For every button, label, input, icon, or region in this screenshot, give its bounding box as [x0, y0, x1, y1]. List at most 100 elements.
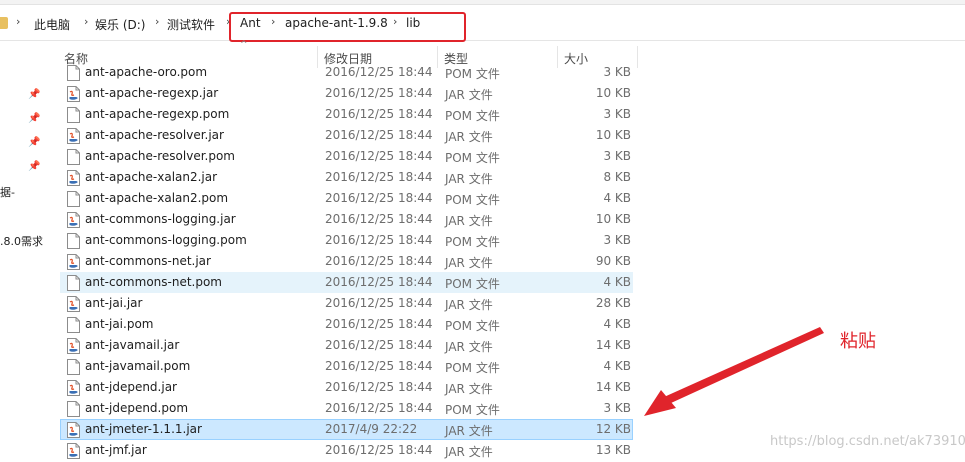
blank-document-icon	[67, 275, 80, 291]
file-date: 2016/12/25 18:44	[325, 317, 433, 331]
file-name: ant-apache-oro.pom	[85, 65, 208, 79]
file-name: ant-jai.pom	[85, 317, 154, 331]
file-size: 3 KB	[603, 149, 631, 163]
file-type: POM 文件	[445, 193, 500, 207]
blank-document-icon	[67, 65, 80, 81]
file-row[interactable]: ant-javamail.jar 2016/12/25 18:44 JAR 文件 14…	[60, 335, 633, 356]
file-type: JAR 文件	[445, 172, 493, 186]
file-type: POM 文件	[445, 109, 500, 123]
file-row[interactable]: ant-apache-xalan2.pom 2016/12/25 18:44 POM…	[60, 188, 633, 209]
file-size: 14 KB	[595, 380, 631, 394]
file-type: JAR 文件	[445, 88, 493, 102]
blank-document-icon	[67, 359, 80, 375]
file-type: JAR 文件	[445, 382, 493, 396]
file-row[interactable]: ant-javamail.pom 2016/12/25 18:44 POM 文件 4 …	[60, 356, 633, 377]
file-row[interactable]: ant-apache-resolver.pom 2016/12/25 18:44 P…	[60, 146, 633, 167]
file-size: 90 KB	[595, 254, 631, 268]
file-row[interactable]: ant-jmeter-1.1.1.jar 2017/4/9 22:22 JAR 文件…	[60, 419, 633, 440]
file-name: ant-apache-regexp.jar	[85, 86, 219, 100]
file-date: 2016/12/25 18:44	[325, 128, 433, 142]
file-name: ant-apache-resolver.jar	[85, 128, 224, 142]
blank-document-icon	[67, 401, 80, 417]
file-row[interactable]: ant-apache-regexp.pom 2016/12/25 18:44 POM…	[60, 104, 633, 125]
pin-icon[interactable]: 📌	[28, 89, 40, 100]
java-jar-icon	[67, 422, 80, 438]
file-name: ant-commons-net.jar	[85, 254, 211, 268]
java-jar-icon	[67, 254, 80, 270]
file-size: 4 KB	[603, 359, 631, 373]
java-jar-icon	[67, 296, 80, 312]
file-row[interactable]: ant-commons-net.jar 2016/12/25 18:44 JAR 文…	[60, 251, 633, 272]
blank-document-icon	[67, 233, 80, 249]
chevron-right-icon[interactable]: ›	[155, 15, 159, 28]
file-row[interactable]: ant-apache-oro.pom 2016/12/25 18:44 POM 文件…	[60, 62, 633, 83]
file-type: POM 文件	[445, 319, 500, 333]
file-size: 13 KB	[595, 443, 631, 457]
file-size: 3 KB	[603, 107, 631, 121]
file-type: JAR 文件	[445, 424, 493, 438]
file-row[interactable]: ant-apache-regexp.jar 2016/12/25 18:44 JAR…	[60, 83, 633, 104]
file-size: 10 KB	[595, 212, 631, 226]
file-row[interactable]: ant-jdepend.jar 2016/12/25 18:44 JAR 文件 14 …	[60, 377, 633, 398]
annotation-label: 粘贴	[840, 331, 876, 352]
breadcrumb-item[interactable]: 此电脑	[34, 16, 70, 33]
folder-icon	[0, 17, 8, 29]
file-type: JAR 文件	[445, 256, 493, 270]
file-type: POM 文件	[445, 151, 500, 165]
navigation-pane[interactable]: 📌 📌 📌 📌 据- .8.0需求	[0, 41, 50, 462]
blank-document-icon	[67, 107, 80, 123]
empty-area[interactable]	[638, 41, 965, 462]
file-name: ant-apache-xalan2.jar	[85, 170, 218, 184]
file-date: 2016/12/25 18:44	[325, 233, 433, 247]
file-date: 2016/12/25 18:44	[325, 191, 433, 205]
file-row[interactable]: ant-jai.jar 2016/12/25 18:44 JAR 文件 28 KB	[60, 293, 633, 314]
file-size: 4 KB	[603, 317, 631, 331]
java-jar-icon	[67, 338, 80, 354]
file-row[interactable]: ant-jmf.jar 2016/12/25 18:44 JAR 文件 13 KB	[60, 440, 633, 461]
file-row[interactable]: ant-jai.pom 2016/12/25 18:44 POM 文件 4 KB	[60, 314, 633, 335]
file-row[interactable]: ant-commons-net.pom 2016/12/25 18:44 POM 文…	[60, 272, 633, 293]
pin-icon[interactable]: 📌	[28, 113, 40, 124]
ribbon-strip	[0, 0, 965, 5]
file-date: 2016/12/25 18:44	[325, 65, 433, 79]
file-size: 4 KB	[603, 191, 631, 205]
file-date: 2016/12/25 18:44	[325, 149, 433, 163]
file-date: 2016/12/25 18:44	[325, 107, 433, 121]
file-row[interactable]: ant-commons-logging.pom 2016/12/25 18:44 P…	[60, 230, 633, 251]
chevron-right-icon[interactable]: ›	[16, 15, 20, 28]
watermark: https://blog.csdn.net/ak739105231	[770, 434, 965, 449]
file-row[interactable]: ant-apache-xalan2.jar 2016/12/25 18:44 JAR…	[60, 167, 633, 188]
nav-item[interactable]: .8.0需求	[0, 233, 43, 249]
chevron-right-icon[interactable]: ›	[84, 15, 88, 28]
file-date: 2016/12/25 18:44	[325, 212, 433, 226]
file-date: 2016/12/25 18:44	[325, 170, 433, 184]
nav-item[interactable]: 据-	[0, 184, 15, 200]
file-type: POM 文件	[445, 235, 500, 249]
file-size: 12 KB	[595, 422, 631, 436]
file-type: JAR 文件	[445, 340, 493, 354]
address-bar[interactable]: › 此电脑 › 娱乐 (D:) › 测试软件 › Ant › apache-an…	[0, 8, 965, 42]
file-type: POM 文件	[445, 403, 500, 417]
file-date: 2016/12/25 18:44	[325, 401, 433, 415]
pin-icon[interactable]: 📌	[28, 137, 40, 148]
blank-document-icon	[67, 149, 80, 165]
file-type: POM 文件	[445, 67, 500, 81]
file-name: ant-jai.jar	[85, 296, 143, 310]
breadcrumb-item[interactable]: 测试软件	[167, 16, 215, 33]
breadcrumb-item[interactable]: 娱乐 (D:)	[95, 16, 145, 33]
file-row[interactable]: ant-jdepend.pom 2016/12/25 18:44 POM 文件 3 K…	[60, 398, 633, 419]
file-date: 2016/12/25 18:44	[325, 338, 433, 352]
file-name: ant-jdepend.jar	[85, 380, 177, 394]
file-date: 2016/12/25 18:44	[325, 254, 433, 268]
file-date: 2016/12/25 18:44	[325, 296, 433, 310]
blank-document-icon	[67, 317, 80, 333]
file-name: ant-apache-regexp.pom	[85, 107, 230, 121]
file-size: 4 KB	[603, 275, 631, 289]
file-size: 3 KB	[603, 65, 631, 79]
file-type: JAR 文件	[445, 445, 493, 459]
file-name: ant-javamail.jar	[85, 338, 180, 352]
file-row[interactable]: ant-apache-resolver.jar 2016/12/25 18:44 J…	[60, 125, 633, 146]
pin-icon[interactable]: 📌	[28, 161, 40, 172]
file-row[interactable]: ant-commons-logging.jar 2016/12/25 18:44 J…	[60, 209, 633, 230]
file-name: ant-commons-net.pom	[85, 275, 222, 289]
